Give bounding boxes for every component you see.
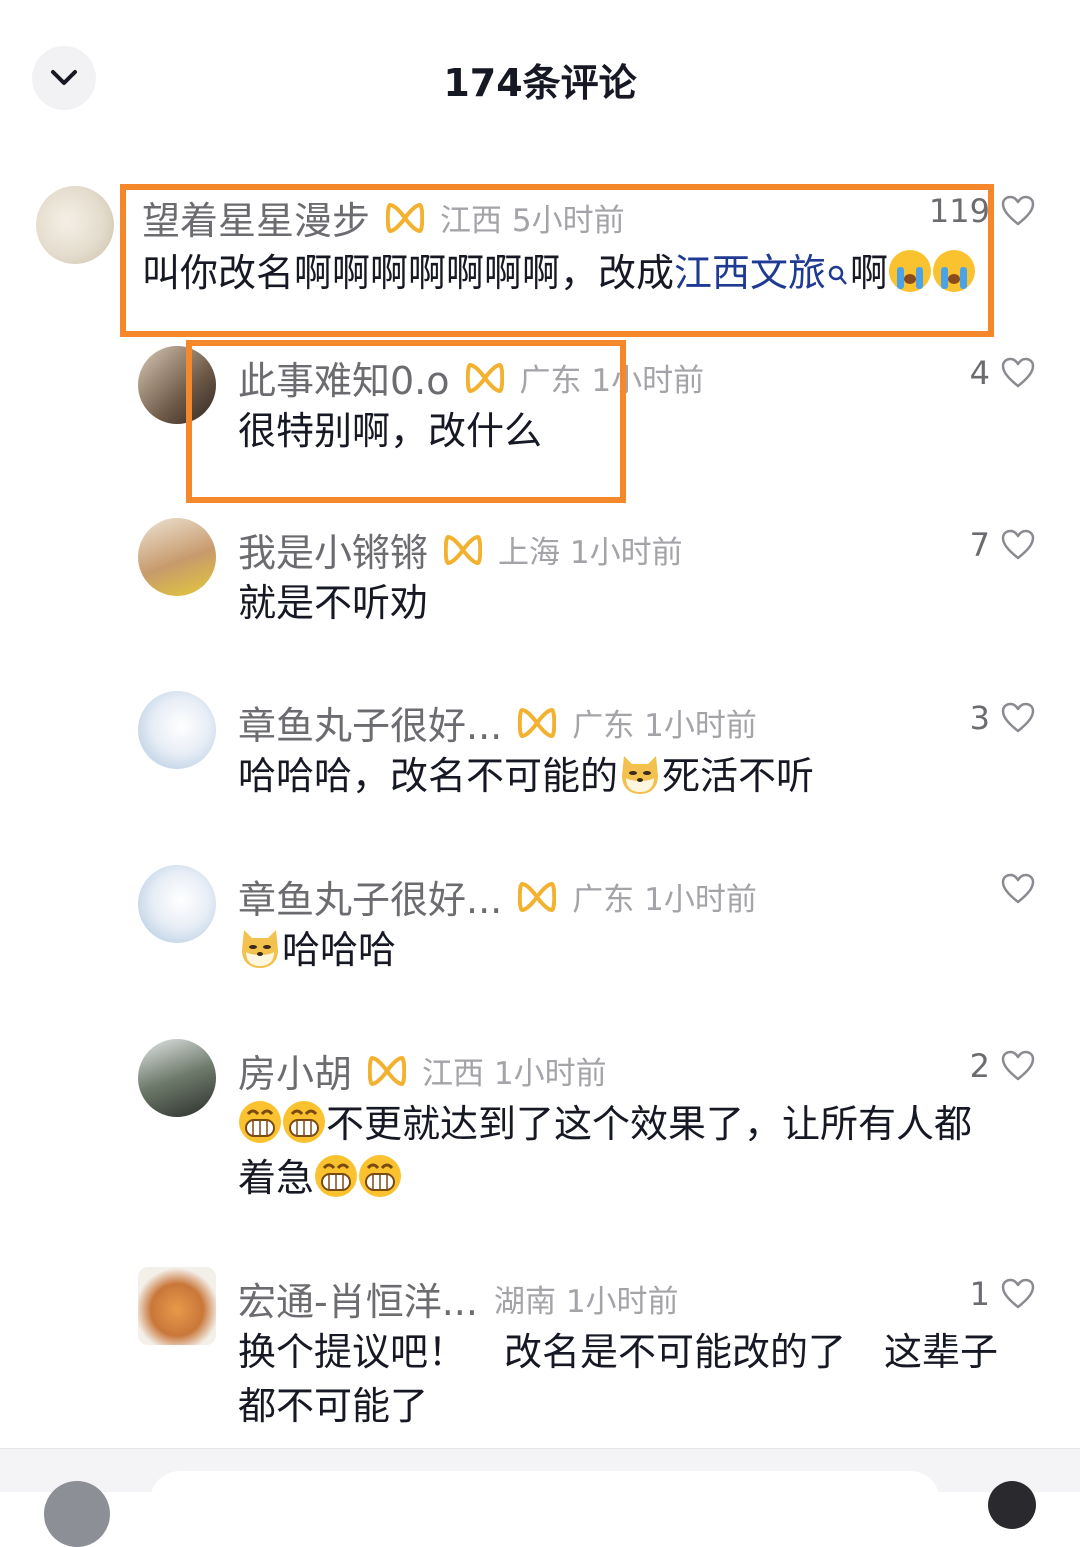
timestamp: 1小时前 (493, 1056, 607, 1092)
grin-emoji (283, 1101, 325, 1143)
comment-text: 就是不听劝 (238, 581, 429, 625)
comment-text: 不更就达到了这个效果了，让所有人都 着急 (238, 1101, 973, 1200)
heart-outline-icon (1001, 1278, 1035, 1309)
reply-item: 我是小锵锵 上海 1小时前 就是不听劝 7 (0, 516, 1080, 646)
username[interactable]: 我是小锵锵 (238, 522, 428, 577)
username[interactable]: 房小胡 (238, 1043, 352, 1098)
like-count: 4 (969, 354, 990, 392)
avatar[interactable] (36, 186, 114, 264)
highlight-box (186, 340, 626, 503)
username[interactable]: 章鱼丸子很好... (238, 869, 502, 924)
heart-outline-icon (1001, 1050, 1035, 1081)
fan-badge-icon (518, 880, 557, 914)
avatar[interactable] (138, 1039, 216, 1117)
like-button[interactable]: 4 (970, 354, 1036, 392)
reply-item: 宏通-肖恒洋... 湖南 1小时前 换个提议吧！ 改名是不可能改的了 这辈子 都… (0, 1265, 1080, 1440)
doge-emoji (242, 930, 278, 968)
comment-input-bar (0, 1448, 1080, 1547)
like-button[interactable]: 2 (970, 1047, 1036, 1085)
like-button[interactable] (990, 873, 1036, 905)
timestamp: 1小时前 (644, 708, 757, 744)
comment-count-title: 174条评论 (443, 61, 637, 105)
like-button[interactable]: 3 (970, 699, 1036, 737)
comments-header: 174条评论 (0, 0, 1080, 160)
grin-emoji (315, 1155, 358, 1197)
location: 湖南 (493, 1284, 556, 1320)
like-button[interactable]: 7 (970, 526, 1036, 564)
comment-text: 哈哈哈，改名不可能的 死活不听 (238, 754, 815, 798)
comment-text: 哈哈哈 (238, 923, 396, 977)
reply-item: 房小胡 江西 1小时前 不更就达到了这个效果了，让所有人都 着急 2 (0, 1037, 1080, 1217)
avatar[interactable] (138, 865, 216, 943)
comment-text: 换个提议吧！ 改名是不可能改的了 这辈子 都不可能了 (238, 1330, 999, 1428)
like-count: 2 (969, 1047, 990, 1085)
grin-emoji (239, 1101, 281, 1143)
like-count: 3 (969, 699, 990, 737)
heart-outline-icon (1001, 873, 1035, 904)
avatar[interactable] (138, 518, 216, 596)
comment-input[interactable] (150, 1471, 940, 1531)
username[interactable]: 章鱼丸子很好... (238, 695, 502, 750)
avatar[interactable] (138, 691, 216, 769)
timestamp: 1小时前 (565, 1284, 679, 1320)
like-button[interactable]: 1 (970, 1275, 1036, 1313)
avatar[interactable] (138, 1267, 216, 1345)
fan-badge-icon (518, 706, 557, 740)
doge-emoji (622, 756, 659, 794)
location: 上海 (498, 535, 561, 571)
location: 广东 (572, 882, 635, 918)
heart-outline-icon (1001, 357, 1035, 388)
like-count: 1 (969, 1275, 990, 1313)
reply-item: 章鱼丸子很好... 广东 1小时前 哈哈哈 (0, 863, 1080, 993)
fan-badge-icon (444, 533, 483, 567)
emoji-button[interactable] (988, 1481, 1036, 1529)
like-count: 7 (969, 526, 990, 564)
timestamp: 1小时前 (644, 882, 757, 918)
timestamp: 1小时前 (569, 535, 683, 571)
heart-outline-icon (1001, 702, 1035, 733)
location: 江西 (422, 1056, 485, 1092)
fan-badge-icon (368, 1054, 407, 1088)
heart-outline-icon (1001, 195, 1035, 226)
username[interactable]: 宏通-肖恒洋... (238, 1271, 478, 1326)
highlight-box (120, 184, 994, 337)
location: 广东 (572, 708, 635, 744)
reply-item: 章鱼丸子很好... 广东 1小时前 哈哈哈，改名不可能的 死活不听 3 (0, 689, 1080, 819)
heart-outline-icon (1001, 529, 1035, 560)
grin-emoji (359, 1155, 402, 1197)
